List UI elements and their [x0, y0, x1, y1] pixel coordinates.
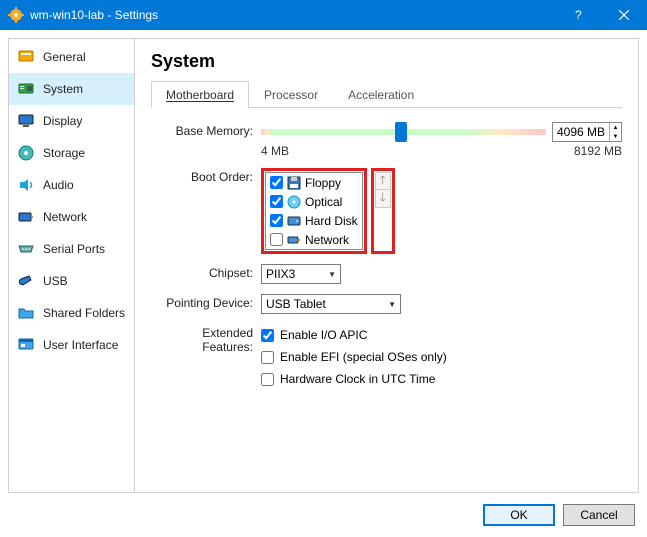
ioapic-checkbox[interactable] — [261, 329, 274, 342]
boot-item-label: Floppy — [305, 176, 341, 190]
boot-harddisk-checkbox[interactable] — [270, 214, 283, 227]
help-button[interactable]: ? — [555, 0, 601, 30]
sidebar-item-storage[interactable]: Storage — [9, 137, 134, 169]
chipset-value: PIIX3 — [266, 267, 295, 281]
boot-item-harddisk[interactable]: Hard Disk — [266, 211, 362, 230]
chevron-down-icon: ▼ — [388, 300, 396, 309]
boot-item-label: Network — [305, 233, 349, 247]
titlebar: wm-win10-lab - Settings ? — [0, 0, 647, 30]
row-extended: Extended Features: Enable I/O APIC Enabl… — [151, 324, 622, 390]
usb-icon — [17, 272, 35, 290]
harddisk-icon — [287, 214, 301, 228]
boot-network-checkbox[interactable] — [270, 233, 283, 246]
optical-icon — [287, 195, 301, 209]
folder-icon — [17, 304, 35, 322]
boot-arrows-highlight: 🡑 🡓 — [371, 168, 395, 254]
sidebar-item-label: Storage — [43, 146, 85, 160]
boot-item-network[interactable]: Network — [266, 230, 362, 249]
app-icon — [8, 7, 24, 23]
row-boot-order: Boot Order: Floppy — [151, 168, 622, 254]
boot-move-down[interactable]: 🡓 — [375, 190, 391, 208]
system-icon — [17, 80, 35, 98]
dialog-footer: OK Cancel — [0, 493, 647, 537]
sidebar: General System Display Storage Audio Net… — [9, 39, 135, 492]
boot-order-highlight: Floppy Optical Hard Disk — [261, 168, 367, 254]
content: General System Display Storage Audio Net… — [8, 38, 639, 493]
svg-text:?: ? — [575, 9, 582, 21]
base-memory-label: Base Memory: — [151, 122, 261, 138]
storage-icon — [17, 144, 35, 162]
pointing-combo[interactable]: USB Tablet ▼ — [261, 294, 401, 314]
utc-label: Hardware Clock in UTC Time — [280, 372, 435, 386]
feature-ioapic[interactable]: Enable I/O APIC — [261, 324, 622, 346]
sidebar-item-network[interactable]: Network — [9, 201, 134, 233]
window-title: wm-win10-lab - Settings — [30, 8, 555, 22]
chipset-combo[interactable]: PIIX3 ▼ — [261, 264, 341, 284]
efi-label: Enable EFI (special OSes only) — [280, 350, 447, 364]
row-chipset: Chipset: PIIX3 ▼ — [151, 264, 622, 284]
sidebar-item-user-interface[interactable]: User Interface — [9, 329, 134, 361]
tab-motherboard[interactable]: Motherboard — [151, 81, 249, 108]
extended-label: Extended Features: — [151, 324, 261, 354]
row-pointing: Pointing Device: USB Tablet ▼ — [151, 294, 622, 314]
feature-utc[interactable]: Hardware Clock in UTC Time — [261, 368, 622, 390]
boot-item-floppy[interactable]: Floppy — [266, 173, 362, 192]
sidebar-item-label: Shared Folders — [43, 306, 125, 320]
sidebar-item-label: Serial Ports — [43, 242, 105, 256]
boot-item-label: Hard Disk — [305, 214, 358, 228]
pointing-label: Pointing Device: — [151, 294, 261, 310]
memory-max-label: 8192 MB — [574, 144, 622, 158]
tabs: Motherboard Processor Acceleration — [151, 80, 622, 108]
network-small-icon — [287, 233, 301, 247]
display-icon — [17, 112, 35, 130]
boot-item-optical[interactable]: Optical — [266, 192, 362, 211]
page-heading: System — [151, 51, 622, 72]
sidebar-item-shared-folders[interactable]: Shared Folders — [9, 297, 134, 329]
sidebar-item-label: Display — [43, 114, 82, 128]
ui-icon — [17, 336, 35, 354]
utc-checkbox[interactable] — [261, 373, 274, 386]
main-panel: System Motherboard Processor Acceleratio… — [135, 39, 638, 492]
audio-icon — [17, 176, 35, 194]
sidebar-item-serial-ports[interactable]: Serial Ports — [9, 233, 134, 265]
sidebar-item-label: General — [43, 50, 86, 64]
floppy-icon — [287, 176, 301, 190]
boot-order-list[interactable]: Floppy Optical Hard Disk — [265, 172, 363, 250]
sidebar-item-usb[interactable]: USB — [9, 265, 134, 297]
sidebar-item-label: Network — [43, 210, 87, 224]
sidebar-item-audio[interactable]: Audio — [9, 169, 134, 201]
memory-min-label: 4 MB — [261, 144, 289, 158]
boot-item-label: Optical — [305, 195, 342, 209]
memory-spinbox[interactable]: 4096 MB ▲▼ — [552, 122, 622, 142]
memory-slider[interactable] — [261, 123, 546, 141]
serial-icon — [17, 240, 35, 258]
tab-acceleration[interactable]: Acceleration — [333, 81, 429, 108]
sidebar-item-label: User Interface — [43, 338, 118, 352]
row-base-memory: Base Memory: 4096 MB ▲▼ 4 MB 8192 MB — [151, 122, 622, 158]
sidebar-item-display[interactable]: Display — [9, 105, 134, 137]
memory-value: 4096 MB — [557, 125, 605, 139]
sidebar-item-general[interactable]: General — [9, 41, 134, 73]
boot-order-label: Boot Order: — [151, 168, 261, 184]
pointing-value: USB Tablet — [266, 297, 326, 311]
feature-efi[interactable]: Enable EFI (special OSes only) — [261, 346, 622, 368]
slider-thumb[interactable] — [395, 122, 407, 142]
sidebar-item-label: System — [43, 82, 83, 96]
network-icon — [17, 208, 35, 226]
general-icon — [17, 48, 35, 66]
cancel-button[interactable]: Cancel — [563, 504, 635, 526]
spin-buttons[interactable]: ▲▼ — [609, 123, 621, 141]
tab-processor[interactable]: Processor — [249, 81, 333, 108]
chipset-label: Chipset: — [151, 264, 261, 280]
boot-floppy-checkbox[interactable] — [270, 176, 283, 189]
ioapic-label: Enable I/O APIC — [280, 328, 367, 342]
chevron-down-icon: ▼ — [328, 270, 336, 279]
ok-button[interactable]: OK — [483, 504, 555, 526]
sidebar-item-label: USB — [43, 274, 68, 288]
sidebar-item-system[interactable]: System — [9, 73, 134, 105]
boot-optical-checkbox[interactable] — [270, 195, 283, 208]
sidebar-item-label: Audio — [43, 178, 74, 192]
close-button[interactable] — [601, 0, 647, 30]
efi-checkbox[interactable] — [261, 351, 274, 364]
